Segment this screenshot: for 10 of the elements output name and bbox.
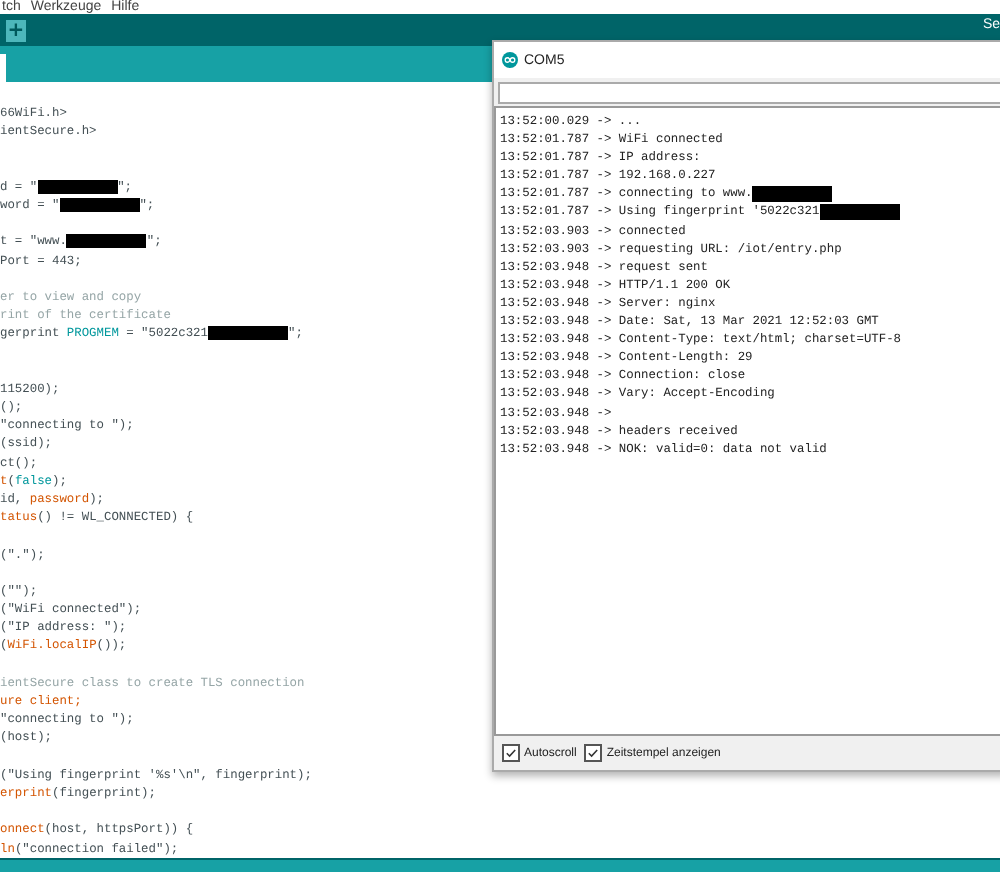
redaction-bar xyxy=(66,234,147,249)
checkbox[interactable] xyxy=(502,744,520,762)
redaction-bar xyxy=(37,179,118,194)
input-field[interactable] xyxy=(498,82,1000,104)
checkbox[interactable] xyxy=(584,744,603,762)
redaction-bar xyxy=(819,204,900,221)
redaction-bar xyxy=(59,198,140,213)
redaction-bar xyxy=(207,326,288,341)
app-icon xyxy=(502,52,518,68)
redaction-bar xyxy=(752,185,833,202)
